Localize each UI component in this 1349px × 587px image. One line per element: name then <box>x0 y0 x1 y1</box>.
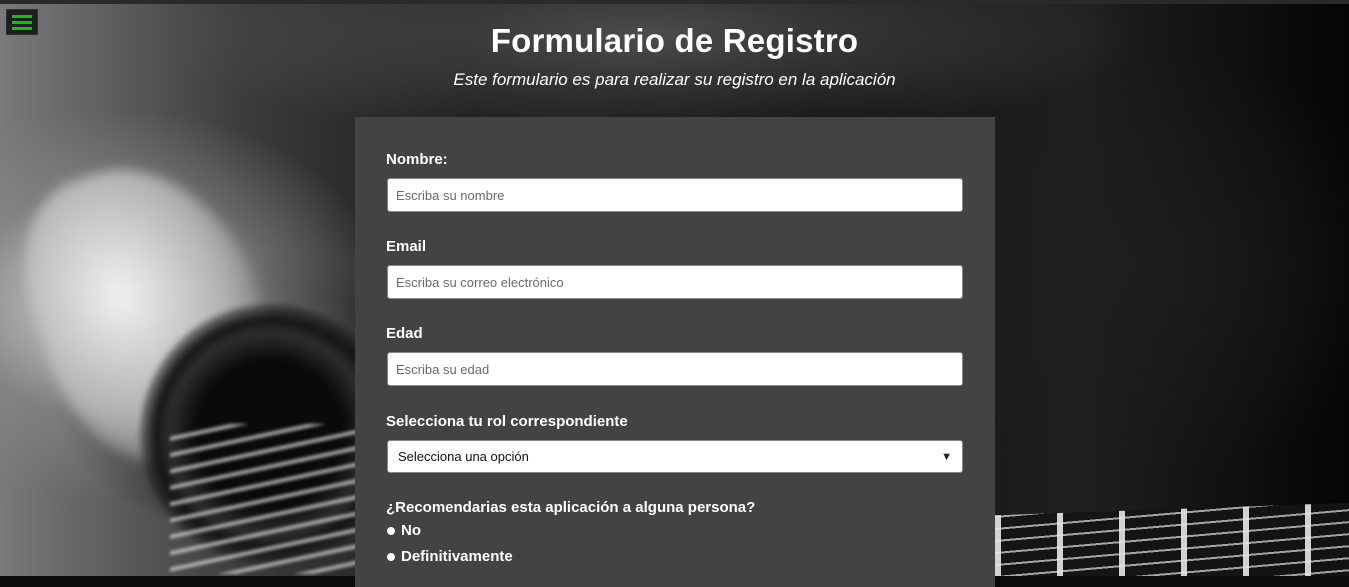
role-label: Selecciona tu rol correspondiente <box>386 413 628 430</box>
menu-bar <box>12 26 32 30</box>
registration-form: Nombre: Email Edad Selecciona tu rol cor… <box>355 117 995 587</box>
chevron-down-icon: ▼ <box>941 450 952 463</box>
background-guitar-neck-shape <box>995 502 1349 576</box>
role-select[interactable]: Selecciona una opción ▼ <box>387 440 963 473</box>
hamburger-menu-icon[interactable] <box>6 9 38 35</box>
radio-option-definitivamente[interactable]: Definitivamente <box>387 548 513 565</box>
top-border <box>0 0 1349 4</box>
name-label: Nombre: <box>386 151 448 168</box>
radio-label: Definitivamente <box>401 548 513 565</box>
menu-bar <box>12 14 32 18</box>
page-subtitle: Este formulario es para realizar su regi… <box>453 70 896 89</box>
email-label: Email <box>386 238 427 255</box>
menu-bar <box>12 20 32 24</box>
radio-icon[interactable] <box>387 526 395 535</box>
age-field[interactable] <box>387 352 963 386</box>
name-field[interactable] <box>387 178 963 212</box>
page-title: Formulario de Registro <box>490 22 859 59</box>
age-label: Edad <box>386 325 423 342</box>
radio-option-no[interactable]: No <box>387 522 421 539</box>
role-select-value: Selecciona una opción <box>398 449 529 464</box>
radio-icon[interactable] <box>387 552 395 561</box>
email-field[interactable] <box>387 265 963 299</box>
recommend-question: ¿Recomendarias esta aplicación a alguna … <box>386 499 756 516</box>
radio-label: No <box>401 522 421 539</box>
page-header: Formulario de Registro Este formulario e… <box>0 22 1349 90</box>
